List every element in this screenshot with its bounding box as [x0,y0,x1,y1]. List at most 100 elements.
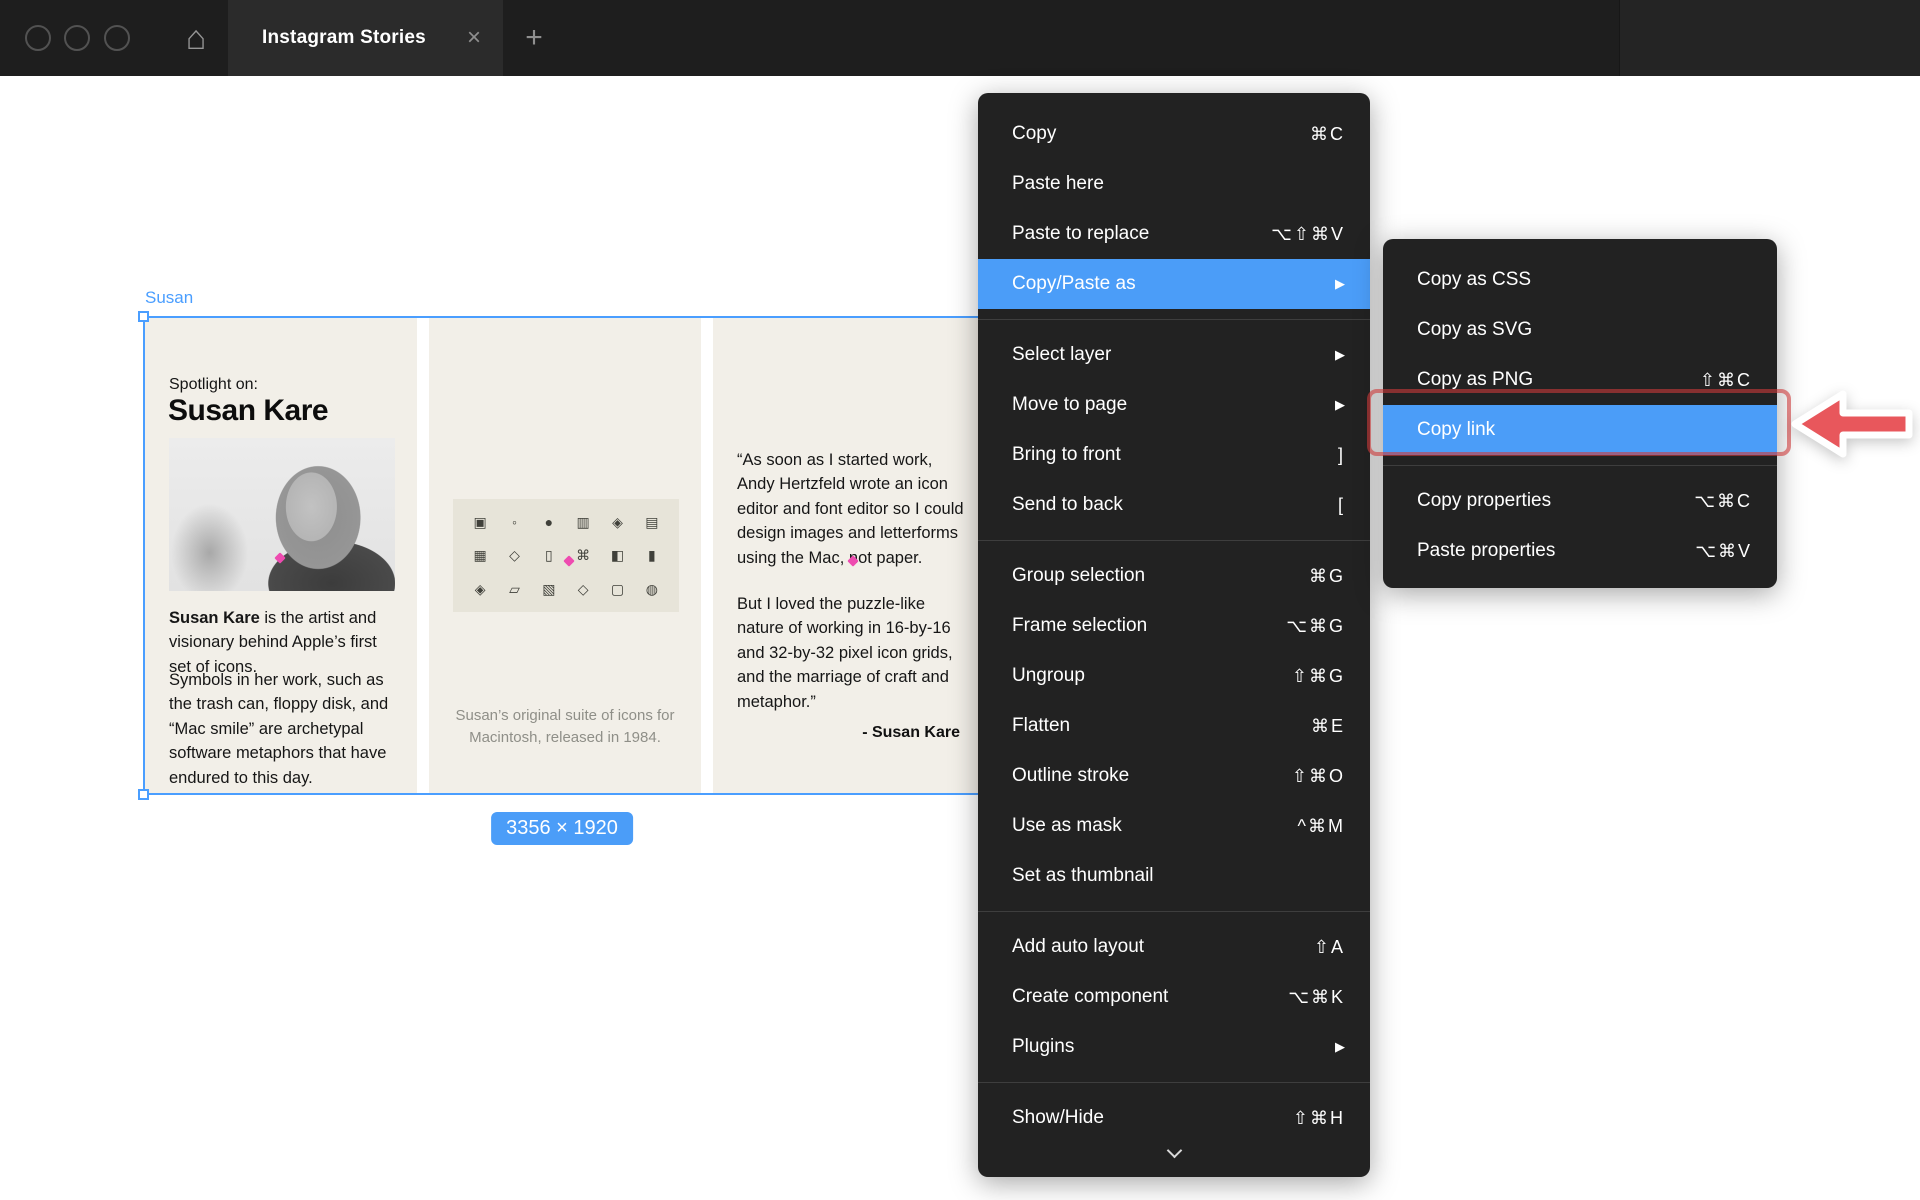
menu-item-label: Paste here [1012,173,1104,195]
selected-frame-susan[interactable]: Spotlight on: Susan Kare Susan Kare is t… [143,316,982,795]
menu-item-bring-to-front[interactable]: Bring to front] [978,430,1370,480]
menu-item-label: Copy as SVG [1417,319,1532,341]
menu-item-move-to-page[interactable]: Move to page▶ [978,380,1370,430]
menu-separator [978,319,1370,320]
quote-attribution: - Susan Kare [862,724,960,742]
menu-separator [1383,465,1777,466]
menu-item-frame-selection[interactable]: Frame selection⌥⌘G [978,601,1370,651]
home-icon: ⌂ [186,19,207,58]
menu-item-create-component[interactable]: Create component ⌥⌘K [978,972,1370,1022]
window-minimize-button[interactable] [64,25,90,51]
menu-item-set-as-thumbnail[interactable]: Set as thumbnail [978,851,1370,901]
dimension-badge: 3356 × 1920 [491,812,633,845]
menu-item-group-selection[interactable]: Group selection⌘G [978,551,1370,601]
bio-bold-lead: Susan Kare [169,609,260,627]
quote-paragraph-2: But I loved the puzzle-like nature of wo… [737,592,971,714]
bomb-icon: ● [545,515,553,529]
menu-item-send-to-back[interactable]: Send to back [ [978,480,1370,530]
menu-item-shortcut: ⇧⌘C [1700,370,1752,391]
menu-item-shortcut: ^⌘M [1298,816,1345,837]
story-panel-icons: ▣◦●▥◈▤▦◇▯⌘◧▮◈▱▧◇▢◍ Susan’s original suit… [429,318,701,793]
menu-item-select-layer[interactable]: Select layer ▶ [978,330,1370,380]
toolbox-icon: ▥ [577,515,590,529]
menu-item-flatten[interactable]: Flatten⌘E [978,701,1370,751]
menu-item-paste-properties[interactable]: Paste properties ⌥⌘V [1383,526,1777,576]
menu-item-label: Copy properties [1417,490,1551,512]
selection-handle-bottom-left[interactable] [138,789,149,800]
menu-item-label: Set as thumbnail [1012,865,1154,887]
menu-item-paste-here[interactable]: Paste here [978,159,1370,209]
menu-item-label: Show/Hide [1012,1107,1104,1129]
mac-classic-icon: ▣ [474,515,487,529]
menu-item-shortcut: ] [1338,445,1345,466]
menu-item-shortcut: ⇧A [1314,937,1345,958]
menu-item-label: Paste properties [1417,540,1555,562]
home-button[interactable]: ⌂ [172,0,220,76]
context-menu: Copy⌘CPaste herePaste to replace⌥⇧⌘VCopy… [978,93,1370,1177]
menu-item-show-hide[interactable]: Show/Hide ⇧⌘H [978,1093,1370,1143]
menu-item-ungroup[interactable]: Ungroup⇧⌘G [978,651,1370,701]
menu-item-copy-as-css[interactable]: Copy as CSS [1383,255,1777,305]
menu-item-copy[interactable]: Copy ⌘C [978,109,1370,159]
menu-item-shortcut: ⌘C [1310,124,1345,145]
menu-item-label: Copy/Paste as [1012,273,1136,295]
story-panel-quote: “As soon as I started work, Andy Hertzfe… [713,318,984,793]
eraser-icon: ◇ [509,548,520,562]
icons-caption-line2: Macintosh, released in 1984. [429,728,701,748]
trash-can-icon: ▯ [545,548,553,562]
menu-item-shortcut: ⇧⌘H [1293,1108,1345,1129]
symbols-paragraph: Symbols in her work, such as the trash c… [169,668,397,790]
menu-item-copy-as-svg[interactable]: Copy as SVG [1383,305,1777,355]
page-icon: ▢ [611,582,624,596]
top-bar-right-section [1619,0,1920,76]
menu-item-label: Ungroup [1012,665,1085,687]
menu-item-shortcut: ⌥⌘K [1288,987,1345,1008]
menu-item-plugins[interactable]: Plugins ▶ [978,1022,1370,1072]
menu-item-shortcut: ⌥⇧⌘V [1271,224,1345,245]
new-tab-button[interactable]: + [512,0,556,76]
menu-item-label: Frame selection [1012,615,1147,637]
menu-item-label: Outline stroke [1012,765,1129,787]
menu-item-shortcut: ⌥⌘V [1695,541,1752,562]
menu-item-copy-as-png[interactable]: Copy as PNG⇧⌘C [1383,355,1777,405]
menu-separator [978,1082,1370,1083]
menu-item-label: Select layer [1012,344,1111,366]
submenu-arrow-icon: ▶ [1335,347,1345,363]
menu-item-label: Flatten [1012,715,1070,737]
menu-item-shortcut: [ [1338,495,1345,516]
menu-item-copy-link[interactable]: Copy link [1383,405,1777,455]
menu-item-copy-paste-as[interactable]: Copy/Paste as▶ [978,259,1370,309]
menu-item-shortcut: ⌘G [1309,566,1345,587]
menu-item-shortcut: ⌥⌘C [1694,491,1752,512]
menu-item-add-auto-layout[interactable]: Add auto layout ⇧A [978,922,1370,972]
menu-item-label: Copy [1012,123,1056,145]
menu-item-outline-stroke[interactable]: Outline stroke⇧⌘O [978,751,1370,801]
window-zoom-button[interactable] [104,25,130,51]
menu-scroll-down[interactable] [978,1143,1370,1169]
menu-item-label: Send to back [1012,494,1123,516]
menu-item-label: Bring to front [1012,444,1121,466]
frame-name-label[interactable]: Susan [145,288,193,308]
diamond-stamp-icon: ◇ [578,582,589,596]
quote-text: “As soon as I started work, Andy Hertzfe… [737,448,971,714]
menu-item-label: Plugins [1012,1036,1074,1058]
submenu-arrow-icon: ▶ [1335,397,1345,413]
figma-window: ⌂ Instagram Stories × + Susan Spotlight … [0,0,1920,1200]
menu-item-use-as-mask[interactable]: Use as mask^⌘M [978,801,1370,851]
menu-item-label: Add auto layout [1012,936,1144,958]
command-key-icon: ⌘ [576,548,590,562]
top-bar: ⌂ Instagram Stories × + [0,0,1920,76]
submenu-arrow-icon: ▶ [1335,1039,1345,1055]
menu-item-paste-to-replace[interactable]: Paste to replace⌥⇧⌘V [978,209,1370,259]
menu-item-copy-properties[interactable]: Copy properties ⌥⌘C [1383,476,1777,526]
tab-close-icon[interactable]: × [463,24,485,52]
menu-item-label: Create component [1012,986,1168,1008]
quote-paragraph-1: “As soon as I started work, Andy Hertzfe… [737,448,971,570]
menu-separator [978,911,1370,912]
watch-icon: ◦ [512,515,517,529]
selection-handle-top-left[interactable] [138,311,149,322]
story-panel-spotlight: Spotlight on: Susan Kare Susan Kare is t… [145,318,417,793]
window-close-button[interactable] [25,25,51,51]
tab-instagram-stories[interactable]: Instagram Stories × [228,0,503,76]
copies-icon: ▧ [542,582,555,596]
